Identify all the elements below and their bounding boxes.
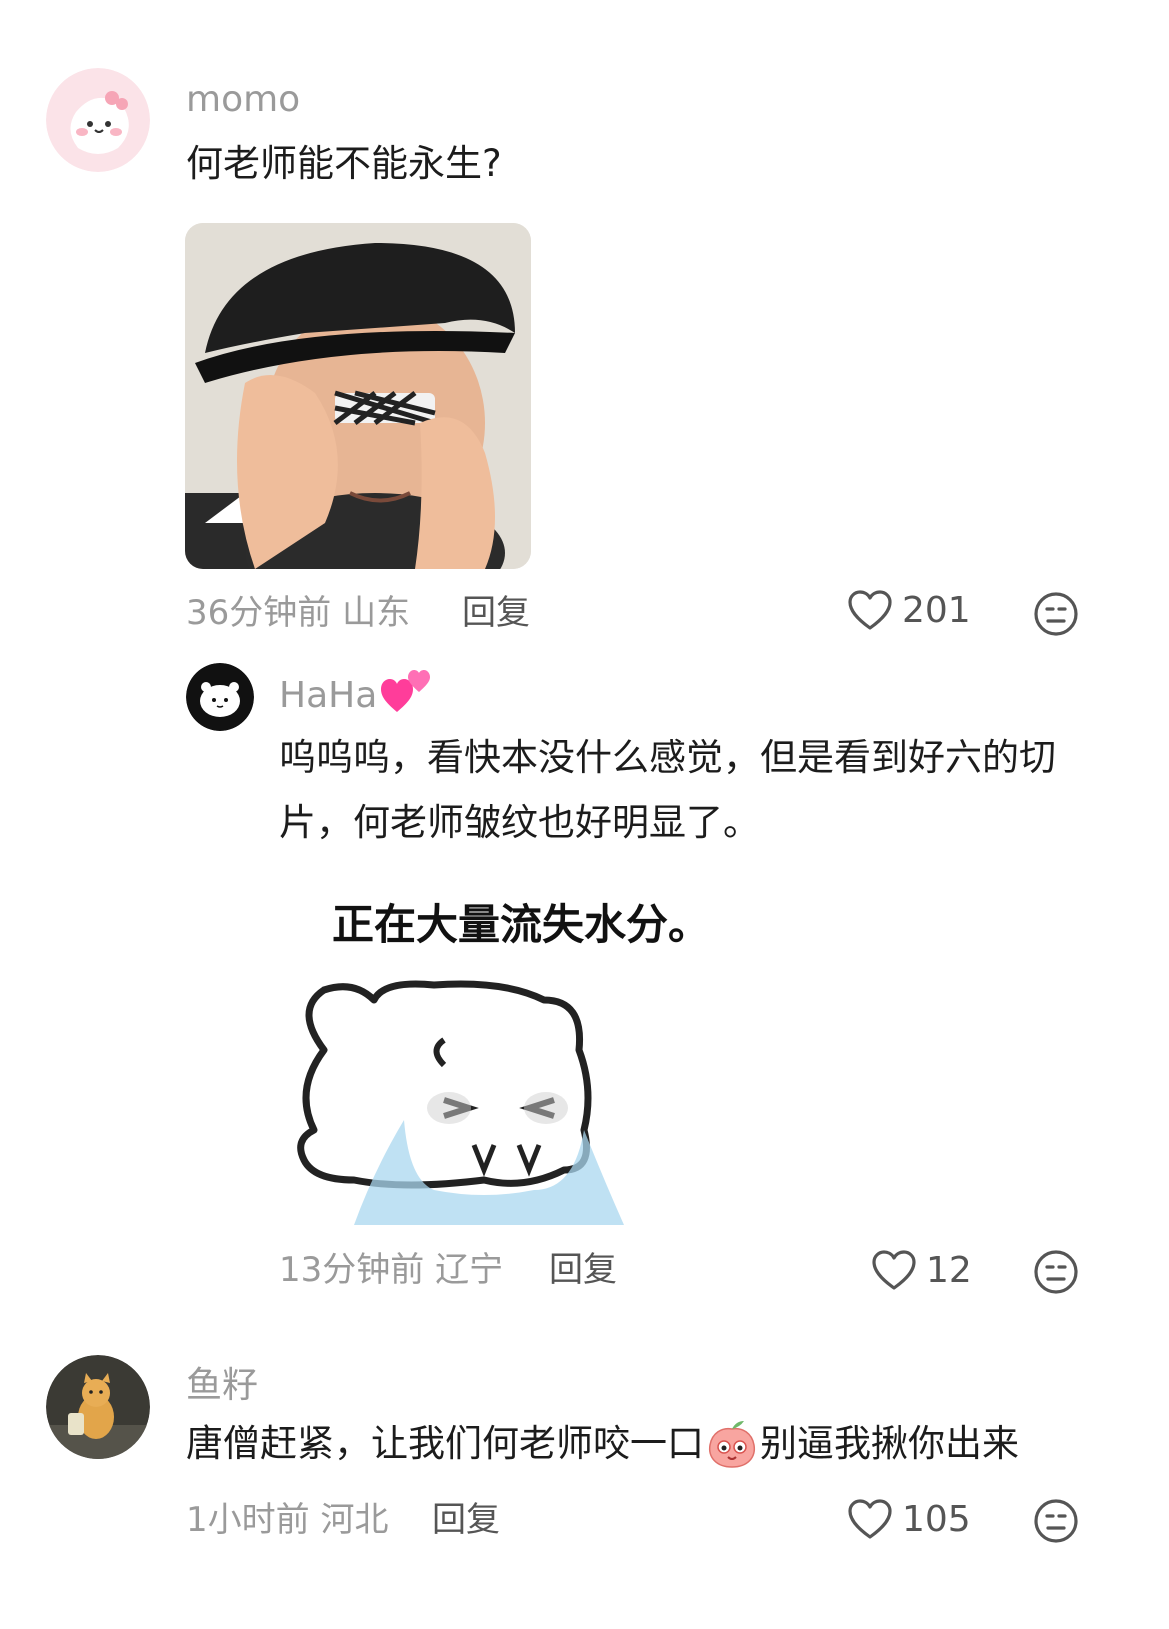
comment-text-part2: 别逼我揪你出来 <box>760 1422 1019 1465</box>
avatar-haha[interactable] <box>186 663 254 731</box>
like-button[interactable]: 105 <box>848 1499 971 1541</box>
comment-meta: 13分钟前 辽宁 <box>279 1253 503 1287</box>
reply-button[interactable]: 回复 <box>462 596 530 630</box>
comment-meta: 1小时前 河北 <box>186 1503 388 1537</box>
username-text: HaHa <box>279 675 378 716</box>
comment-location: 辽宁 <box>435 1250 504 1290</box>
comment-time: 13分钟前 <box>279 1250 425 1290</box>
reply-button[interactable]: 回复 <box>549 1253 617 1287</box>
like-count: 105 <box>902 1499 971 1540</box>
comment-text-part1: 唐僧赶紧，让我们何老师咬一口 <box>186 1422 704 1465</box>
dislike-button[interactable] <box>1033 1249 1079 1299</box>
like-count: 12 <box>926 1250 972 1291</box>
comment-sticker[interactable]: 正在大量流失水分。 <box>284 890 744 1230</box>
neutral-face-icon <box>1034 592 1078 636</box>
heart-outline-icon <box>848 590 892 630</box>
username[interactable]: momo <box>186 82 300 118</box>
neutral-face-icon <box>1034 1250 1078 1294</box>
reply-button[interactable]: 回复 <box>432 1503 500 1537</box>
heart-outline-icon <box>848 1499 892 1539</box>
comment-text: 呜呜呜，看快本没什么感觉，但是看到好六的切片，何老师皱纹也好明显了。 <box>279 736 1056 844</box>
comment-location: 河北 <box>320 1500 389 1540</box>
comment-image[interactable] <box>185 223 531 569</box>
comment-text: 何老师能不能永生? <box>186 142 502 185</box>
avatar-yuzi[interactable] <box>46 1355 150 1459</box>
comment-time: 1小时前 <box>186 1500 310 1540</box>
neutral-face-icon <box>1034 1499 1078 1543</box>
two-hearts-emoji <box>381 670 431 712</box>
like-button[interactable]: 12 <box>872 1250 972 1292</box>
like-button[interactable]: 201 <box>848 590 971 632</box>
comment-meta: 36分钟前 山东 <box>186 596 410 630</box>
comment-location: 山东 <box>342 593 411 633</box>
comment-text: 唐僧赶紧，让我们何老师咬一口 别逼我揪你出来 <box>186 1418 1146 1470</box>
avatar-momo[interactable] <box>46 68 150 172</box>
username[interactable]: 鱼籽 <box>186 1368 258 1404</box>
like-count: 201 <box>902 590 971 631</box>
peach-cry-emoji <box>708 1420 756 1468</box>
username[interactable]: HaHa <box>279 670 433 716</box>
dislike-button[interactable] <box>1033 1498 1079 1548</box>
dislike-button[interactable] <box>1033 591 1079 641</box>
comment-time: 36分钟前 <box>186 593 332 633</box>
heart-outline-icon <box>872 1250 916 1290</box>
